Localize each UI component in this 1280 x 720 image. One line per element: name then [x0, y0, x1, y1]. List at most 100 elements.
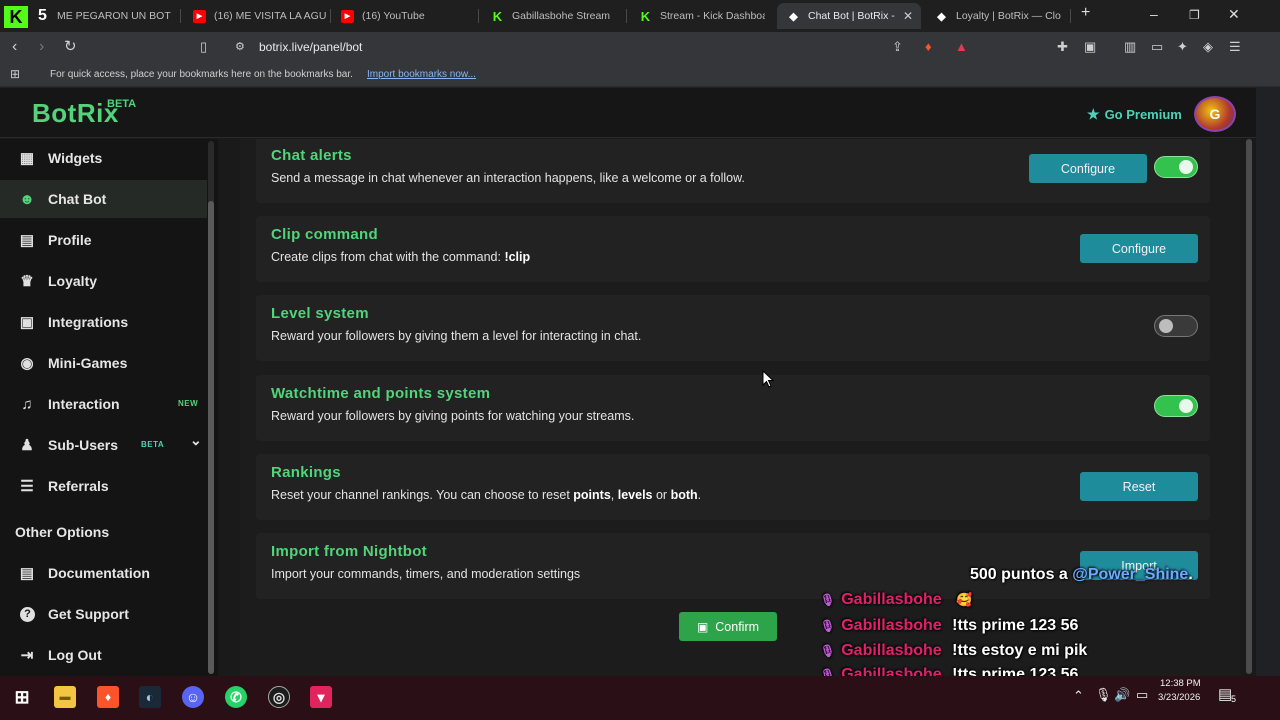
level-system-card: Level system Reward your followers by gi… [256, 295, 1210, 361]
chat-alerts-configure-button[interactable]: Configure [1029, 154, 1147, 183]
trophy-icon: ♛ [20, 273, 34, 290]
go-premium-button[interactable]: ★ Go Premium [1087, 106, 1182, 123]
new-tab-button[interactable]: + [1081, 4, 1090, 22]
chat-alerts-toggle[interactable] [1154, 156, 1198, 178]
sidebar: ▦ Widgets ☻ Chat Bot ▤ Profile ♛ Loyalty… [0, 139, 218, 676]
microphone-icon[interactable]: 🎙 [1095, 687, 1112, 703]
windows-taskbar: ⊞ ▬ ♦ ◐ ☺ ✆ ◎ ▾ ⌃ 🎙 🔊 ▭ 12:38 PM 3/23/20… [0, 676, 1280, 720]
menu-icon[interactable]: ☰ [1229, 39, 1241, 55]
new-badge: NEW [178, 399, 199, 408]
reload-icon[interactable]: ↻ [64, 37, 77, 55]
sidebar-item-loyalty[interactable]: ♛ Loyalty [0, 262, 207, 300]
sidebar-item-log-out[interactable]: ⇥ Log Out [0, 636, 207, 674]
sidebar-item-documentation[interactable]: ▤ Documentation [0, 554, 207, 592]
brave-browser-icon[interactable]: ♦ [97, 686, 119, 708]
brave-shields-icon[interactable]: ♦ [925, 39, 932, 54]
sidebar-item-referrals[interactable]: ☰ Referrals [0, 467, 207, 505]
restore-icon[interactable]: ❐ [1189, 8, 1200, 22]
close-tab-icon[interactable]: ✕ [903, 9, 913, 23]
kick-app-icon[interactable]: K [4, 6, 28, 28]
chat-text: 🥰 [956, 592, 973, 607]
mic-icon: 🎙 [820, 593, 836, 607]
extensions-icon[interactable]: ✚ [1057, 39, 1068, 55]
youtube-icon: ▶ [341, 9, 354, 23]
content-scrollbar[interactable] [1246, 139, 1252, 674]
steam-icon[interactable]: ◐ [139, 686, 161, 708]
import-bookmarks-link[interactable]: Import bookmarks now... [367, 69, 476, 80]
sidebar-item-label: Profile [48, 232, 92, 248]
tab-5[interactable]: ◆ Chat Bot | BotRix - ✕ [777, 3, 921, 29]
wallet-icon[interactable]: ▭ [1151, 39, 1163, 55]
taskbar-date[interactable]: 3/23/2026 [1158, 692, 1200, 703]
screenshot-icon[interactable]: ▣ [1084, 39, 1096, 55]
rankings-reset-button[interactable]: Reset [1080, 472, 1198, 501]
tab-0[interactable]: 5 ME PEGARON UN BOT [36, 3, 176, 29]
chevron-down-icon[interactable]: ⌄ [190, 432, 202, 449]
mouse-cursor-icon [762, 369, 775, 393]
botrix-logo[interactable]: BotRix [32, 98, 119, 129]
forward-icon[interactable]: › [39, 38, 44, 56]
site-info-icon[interactable]: ⚙ [235, 40, 245, 53]
windows-start-icon[interactable]: ⊞ [11, 686, 33, 708]
sidebar-item-chat-bot[interactable]: ☻ Chat Bot [0, 180, 207, 218]
sidebar-item-get-support[interactable]: ? Get Support [0, 595, 207, 633]
sidebar-item-label: Loyalty [48, 273, 98, 289]
taskbar-time[interactable]: 12:38 PM [1160, 678, 1201, 689]
sidebar-toggle-icon[interactable]: ▥ [1124, 39, 1136, 55]
network-icon[interactable]: ▭ [1136, 687, 1148, 703]
sidebar-scrollbar-thumb[interactable] [208, 201, 214, 674]
level-system-toggle[interactable] [1154, 315, 1198, 337]
music-icon: ♫ [21, 395, 33, 413]
sidebar-item-widgets[interactable]: ▦ Widgets [0, 139, 207, 177]
tab-label: (16) YouTube [362, 10, 425, 22]
botrix-icon: ◆ [789, 10, 798, 23]
whatsapp-icon[interactable]: ✆ [225, 686, 247, 708]
address-bar[interactable]: botrix.live/panel/bot [259, 40, 362, 54]
sidebar-item-label: Chat Bot [48, 191, 107, 207]
brave-rewards-icon[interactable]: ▲ [955, 39, 968, 54]
confirm-button[interactable]: ▣ Confirm [679, 612, 777, 641]
card-description: Import your commands, timers, and modera… [271, 567, 581, 581]
bookmarks-bar: ⊞ For quick access, place your bookmarks… [0, 62, 1280, 87]
mic-icon: 🎙 [820, 644, 836, 658]
tab-4[interactable]: K Stream - Kick Dashboa [639, 3, 765, 29]
close-window-icon[interactable]: ✕ [1228, 6, 1240, 23]
chat-message: 🎙 Gabillasbohe !tts estoy e mi pik [820, 642, 1087, 660]
tab-6[interactable]: ◆ Loyalty | BotRix — Clo [935, 3, 1061, 29]
sidebar-item-interaction[interactable]: ♫ Interaction NEW [0, 385, 207, 423]
card-description: Create clips from chat with the command:… [271, 250, 531, 264]
bookmarks-hint: For quick access, place your bookmarks h… [50, 69, 353, 80]
share-icon[interactable]: ⇪ [892, 39, 903, 55]
apps-grid-icon[interactable]: ⊞ [10, 67, 20, 81]
tray-chevron-up-icon[interactable]: ⌃ [1073, 688, 1084, 704]
file-explorer-icon[interactable]: ▬ [54, 686, 76, 708]
main-content: Chat alerts Send a message in chat whene… [240, 139, 1240, 676]
chat-text: !tts prime 123 56 [952, 617, 1079, 634]
sidebar-item-integrations[interactable]: ▣ Integrations [0, 303, 207, 341]
bookmark-icon[interactable]: ▯ [200, 39, 207, 55]
sidebar-item-mini-games[interactable]: ◉ Mini-Games [0, 344, 207, 382]
vpn-icon[interactable]: ◈ [1203, 39, 1213, 55]
tab-2[interactable]: ▶ (16) YouTube [341, 3, 481, 29]
tab-label: Gabillasbohe Stream - [512, 10, 611, 22]
obs-icon[interactable]: ◎ [268, 686, 290, 708]
tab-1[interactable]: ▶ (16) ME VISITA LA AGU [193, 3, 333, 29]
help-icon: ? [20, 606, 35, 622]
tab-3[interactable]: K Gabillasbohe Stream - [491, 3, 611, 29]
speaker-icon[interactable]: 🔊 [1114, 687, 1130, 703]
sidebar-item-profile[interactable]: ▤ Profile [0, 221, 207, 259]
streamlabs-icon[interactable]: ▾ [310, 686, 332, 708]
users-icon: ♟ [20, 437, 34, 454]
avatar[interactable]: G [1194, 96, 1236, 132]
chat-alerts-card: Chat alerts Send a message in chat whene… [256, 139, 1210, 203]
kick-icon: K [640, 8, 651, 24]
leo-icon[interactable]: ✦ [1177, 39, 1188, 55]
back-icon[interactable]: ‹ [12, 38, 17, 56]
watchtime-toggle[interactable] [1154, 395, 1198, 417]
sidebar-item-sub-users[interactable]: ♟ Sub-Users BETA ⌄ [0, 426, 207, 464]
discord-icon[interactable]: ☺ [182, 686, 204, 708]
minimize-icon[interactable]: – [1150, 6, 1158, 22]
app-header: BotRix BETA ★ Go Premium G [0, 88, 1256, 138]
clip-configure-button[interactable]: Configure [1080, 234, 1198, 263]
card-title: Rankings [271, 464, 341, 481]
